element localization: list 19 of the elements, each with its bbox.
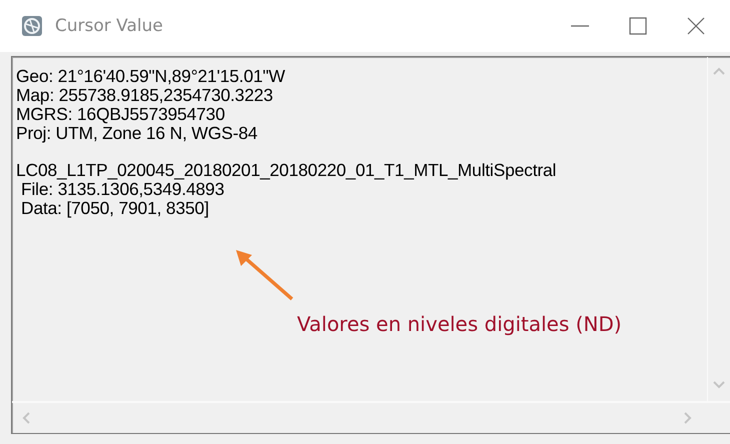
scroll-right-icon[interactable] bbox=[684, 412, 692, 424]
scroll-down-icon[interactable] bbox=[713, 381, 725, 389]
text-line: Geo: 21°16'40.59"N,89°21'15.01"W bbox=[16, 67, 286, 86]
text-line: LC08_L1TP_020045_20180201_20180220_01_T1_MTL_MultiSpectral bbox=[16, 161, 558, 180]
text-line: Proj: UTM, Zone 16 N, WGS-84 bbox=[16, 124, 258, 143]
text-line: File: 3135.1306,5349.4893 bbox=[21, 180, 224, 199]
annotation-text: Valores en niveles digitales (ND) bbox=[297, 312, 622, 336]
minimize-icon bbox=[570, 25, 590, 27]
annotation-arrow bbox=[234, 249, 296, 303]
text-line: Map: 255738.9185,2354730.3223 bbox=[16, 86, 274, 105]
app-icon bbox=[21, 15, 43, 37]
text-line: MGRS: 16QBJ5573954730 bbox=[16, 105, 226, 124]
scroll-left-icon[interactable] bbox=[22, 412, 30, 424]
text-line: Data: [7050, 7901, 8350] bbox=[20, 199, 210, 218]
text-area[interactable] bbox=[11, 56, 730, 434]
scroll-up-icon[interactable] bbox=[713, 67, 725, 75]
maximize-icon bbox=[628, 16, 648, 36]
close-icon bbox=[686, 16, 706, 36]
window-title: Cursor Value bbox=[55, 16, 163, 36]
